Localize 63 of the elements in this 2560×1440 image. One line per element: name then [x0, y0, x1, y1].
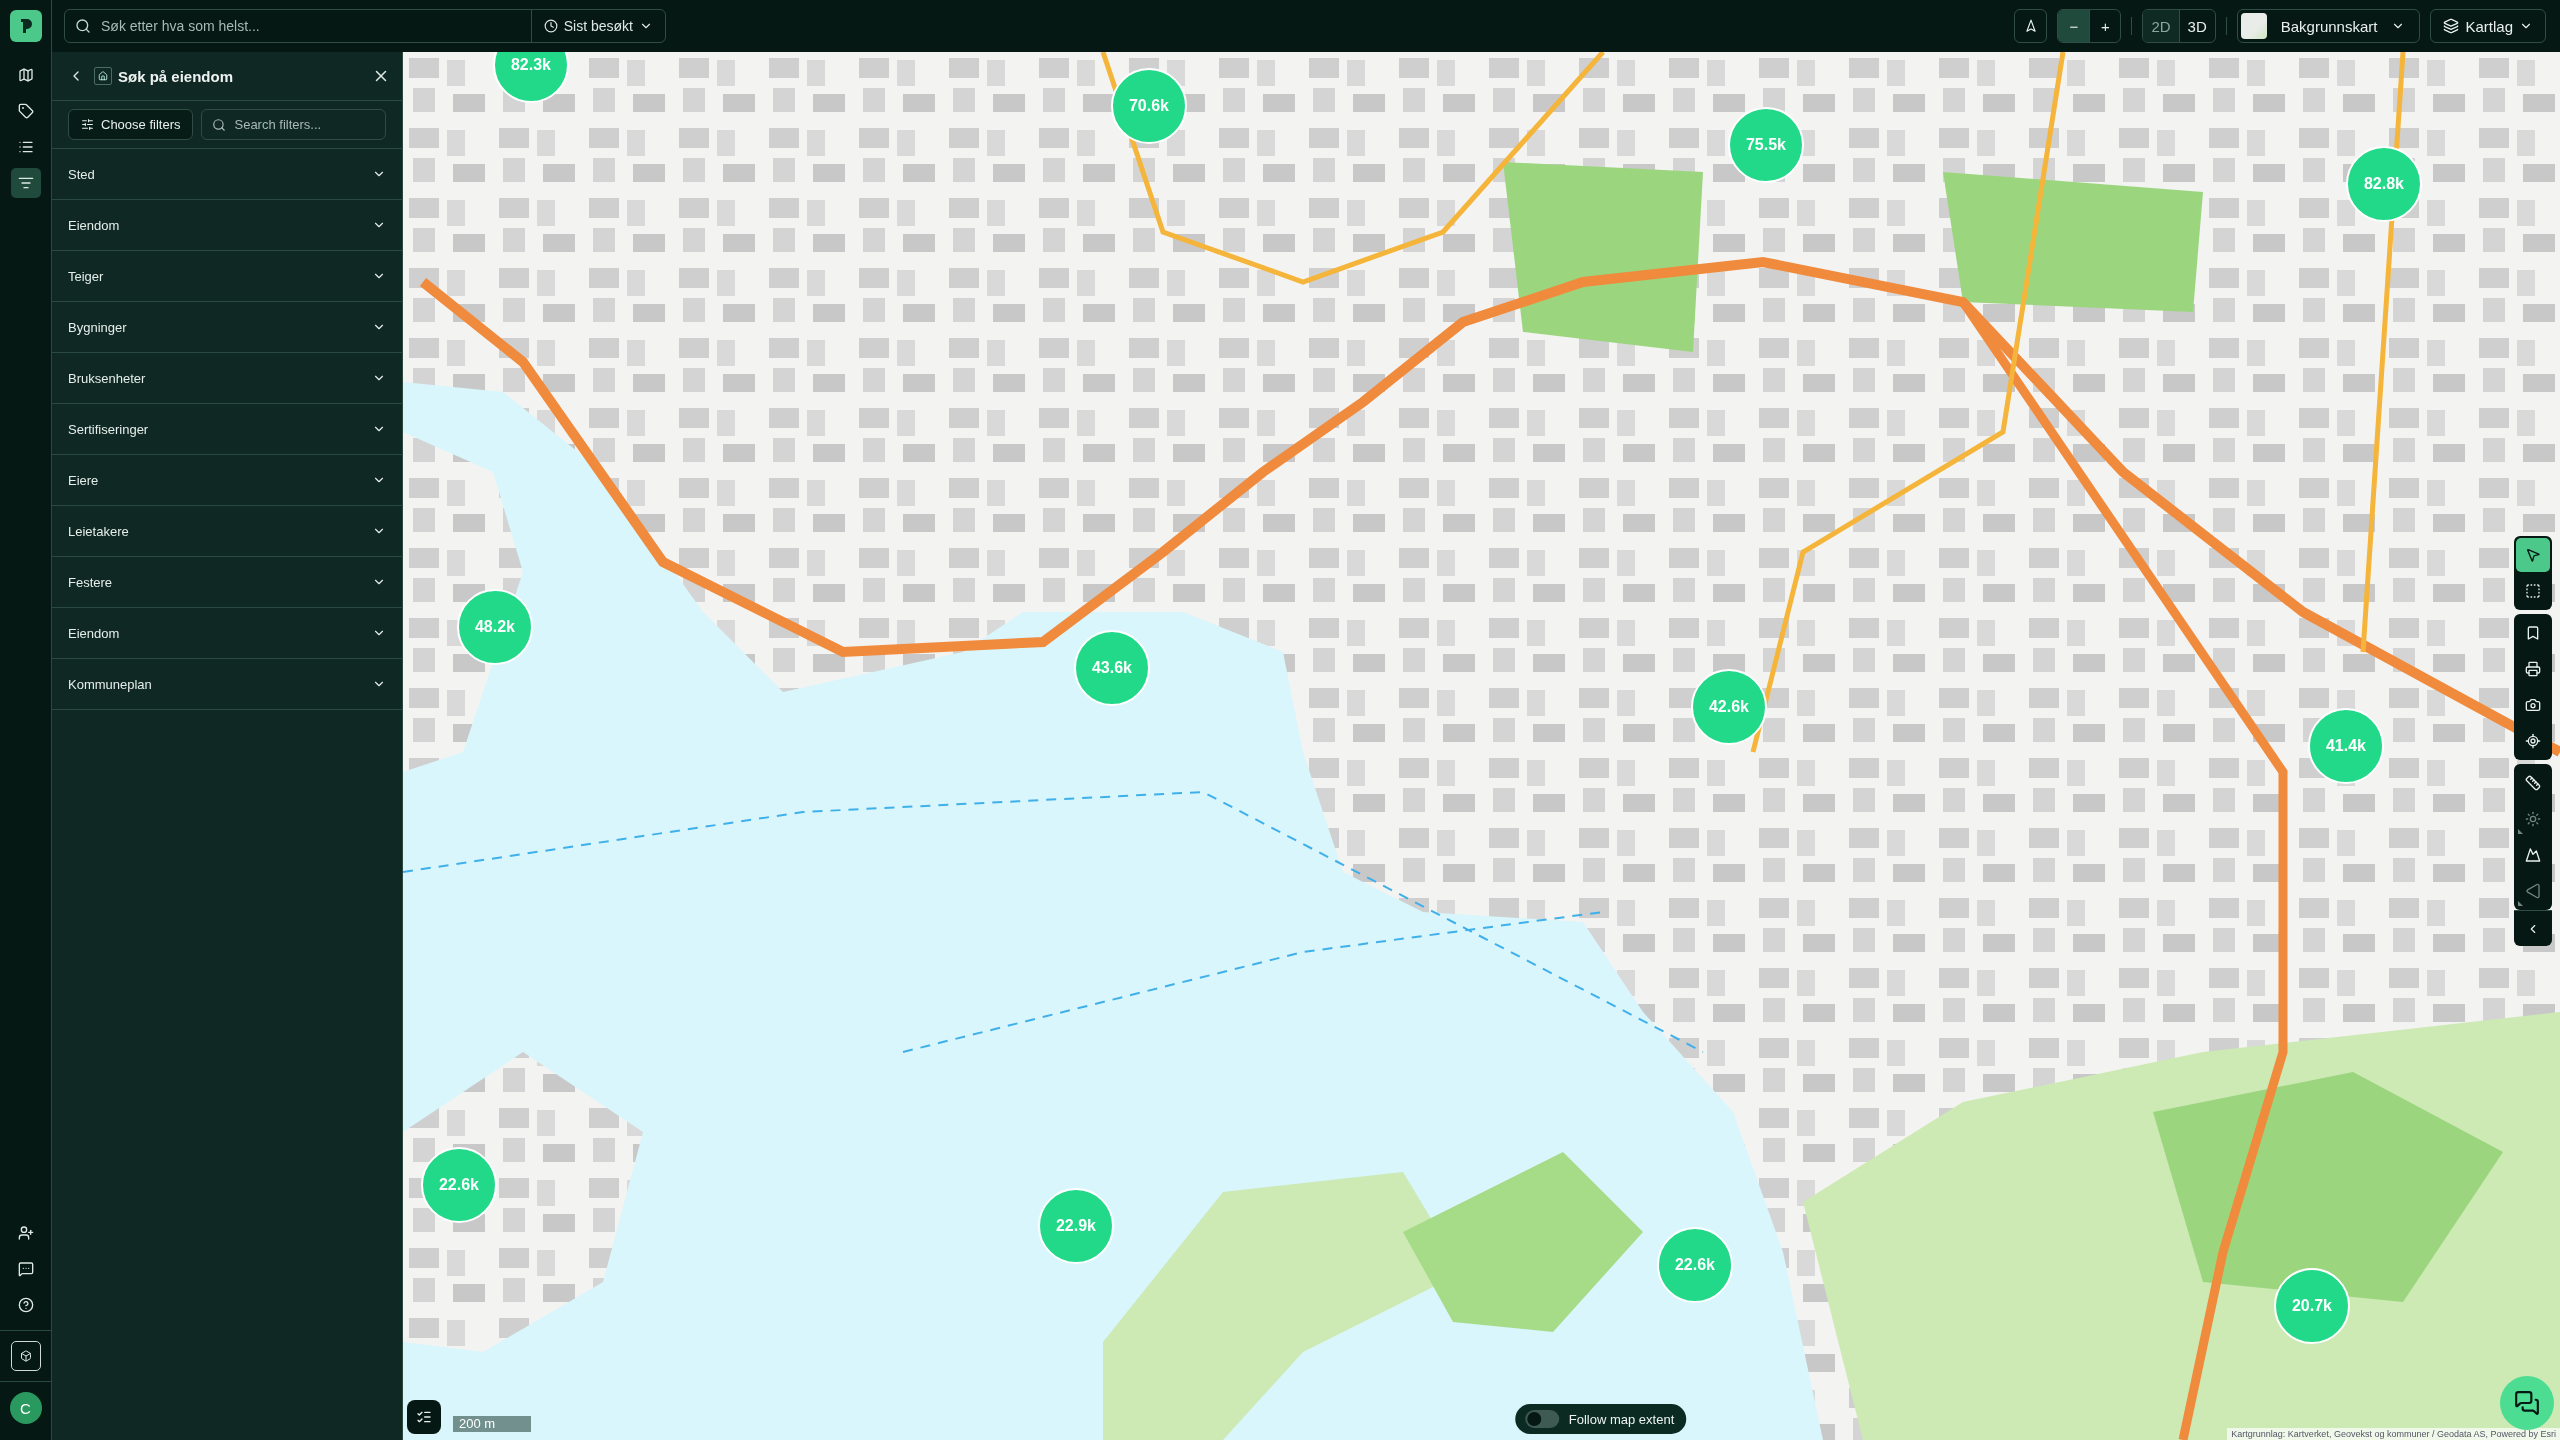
search-bar[interactable]: Søk etter hva som helst... Sist besøkt: [64, 9, 666, 43]
add-user-icon: [17, 1225, 34, 1241]
user-avatar[interactable]: C: [9, 1392, 42, 1424]
filter-search-field[interactable]: Search filters...: [201, 109, 386, 140]
pointer-icon: [2525, 547, 2541, 563]
pointer-tool[interactable]: [2516, 538, 2550, 572]
follow-map-toggle[interactable]: Follow map extent: [1514, 1404, 1687, 1434]
chat-icon: [2514, 1390, 2540, 1416]
filter-icon: [17, 175, 34, 191]
map-attribution: Kartgrunnlag: Kartverket, Geovekst og kommuner / Geodata AS, Powered by Esri: [2227, 1428, 2560, 1440]
filter-section[interactable]: Eiere: [52, 455, 402, 506]
corner-mark: [2518, 829, 2523, 834]
map-thumbnail: [2240, 13, 2267, 39]
filter-section[interactable]: Festere: [52, 557, 402, 608]
search-icon: [212, 117, 227, 132]
printer-icon: [2525, 661, 2541, 677]
tag-icon: [17, 103, 34, 119]
bookmark-icon: [2525, 625, 2541, 641]
box-icon: [19, 1350, 32, 1362]
view-mode-tab[interactable]: 3D: [2178, 10, 2215, 42]
filter-section[interactable]: Bruksenheter: [52, 353, 402, 404]
layers-icon: [2443, 18, 2460, 34]
house-icon: [94, 67, 112, 85]
collapse-button[interactable]: [2514, 910, 2552, 946]
filter-section[interactable]: Teiger: [52, 251, 402, 302]
filter-section[interactable]: Bygninger: [52, 302, 402, 353]
checklist-icon: [416, 1409, 432, 1425]
help-icon: [17, 1297, 34, 1313]
ruler-icon: [2525, 775, 2541, 791]
clock-icon: [543, 19, 558, 33]
filter-section[interactable]: Eiendom: [52, 608, 402, 659]
map-icon: [17, 67, 34, 83]
camera-icon: [2525, 697, 2541, 713]
app-button[interactable]: [10, 1341, 41, 1371]
view-mode-tab[interactable]: 2D: [2143, 10, 2179, 42]
recent-dropdown[interactable]: Sist besøkt: [530, 10, 665, 42]
mountain-icon: [2525, 847, 2541, 863]
panel-title: Søk på eiendom: [118, 67, 234, 85]
filter-section[interactable]: Sted: [52, 149, 402, 200]
filter-icon-button[interactable]: [10, 168, 41, 198]
list-icon: [17, 139, 34, 155]
search-icon: [75, 18, 91, 34]
basemap-dropdown[interactable]: Bakgrunnskart: [2237, 10, 2420, 42]
filter-section[interactable]: Leietakere: [52, 506, 402, 557]
filter-section[interactable]: Sertifiseringer: [52, 404, 402, 455]
target-icon: [2525, 733, 2541, 749]
dashed-square-icon: [2525, 583, 2541, 599]
sun-icon: [2525, 811, 2541, 827]
choose-filters-button[interactable]: Choose filters: [68, 109, 194, 140]
triangle-icon: [2525, 883, 2541, 899]
zoom-in-button[interactable]: +: [2089, 10, 2121, 42]
app-logo[interactable]: [9, 10, 42, 42]
filter-search-input[interactable]: Search filters...: [234, 111, 377, 138]
legend-button[interactable]: [407, 1400, 441, 1434]
chat-icon: [17, 1261, 34, 1277]
search-field[interactable]: Søk etter hva som helst...: [101, 11, 531, 41]
filter-section[interactable]: Kommuneplan: [52, 659, 402, 710]
layers-dropdown[interactable]: Kartlag: [2431, 10, 2545, 42]
zoom-out-button[interactable]: −: [2058, 10, 2090, 42]
filter-section[interactable]: Eiendom: [52, 200, 402, 251]
compass-icon: [2023, 19, 2038, 33]
sliders-icon: [81, 118, 94, 131]
scale-bar: 200 m: [453, 1416, 531, 1432]
